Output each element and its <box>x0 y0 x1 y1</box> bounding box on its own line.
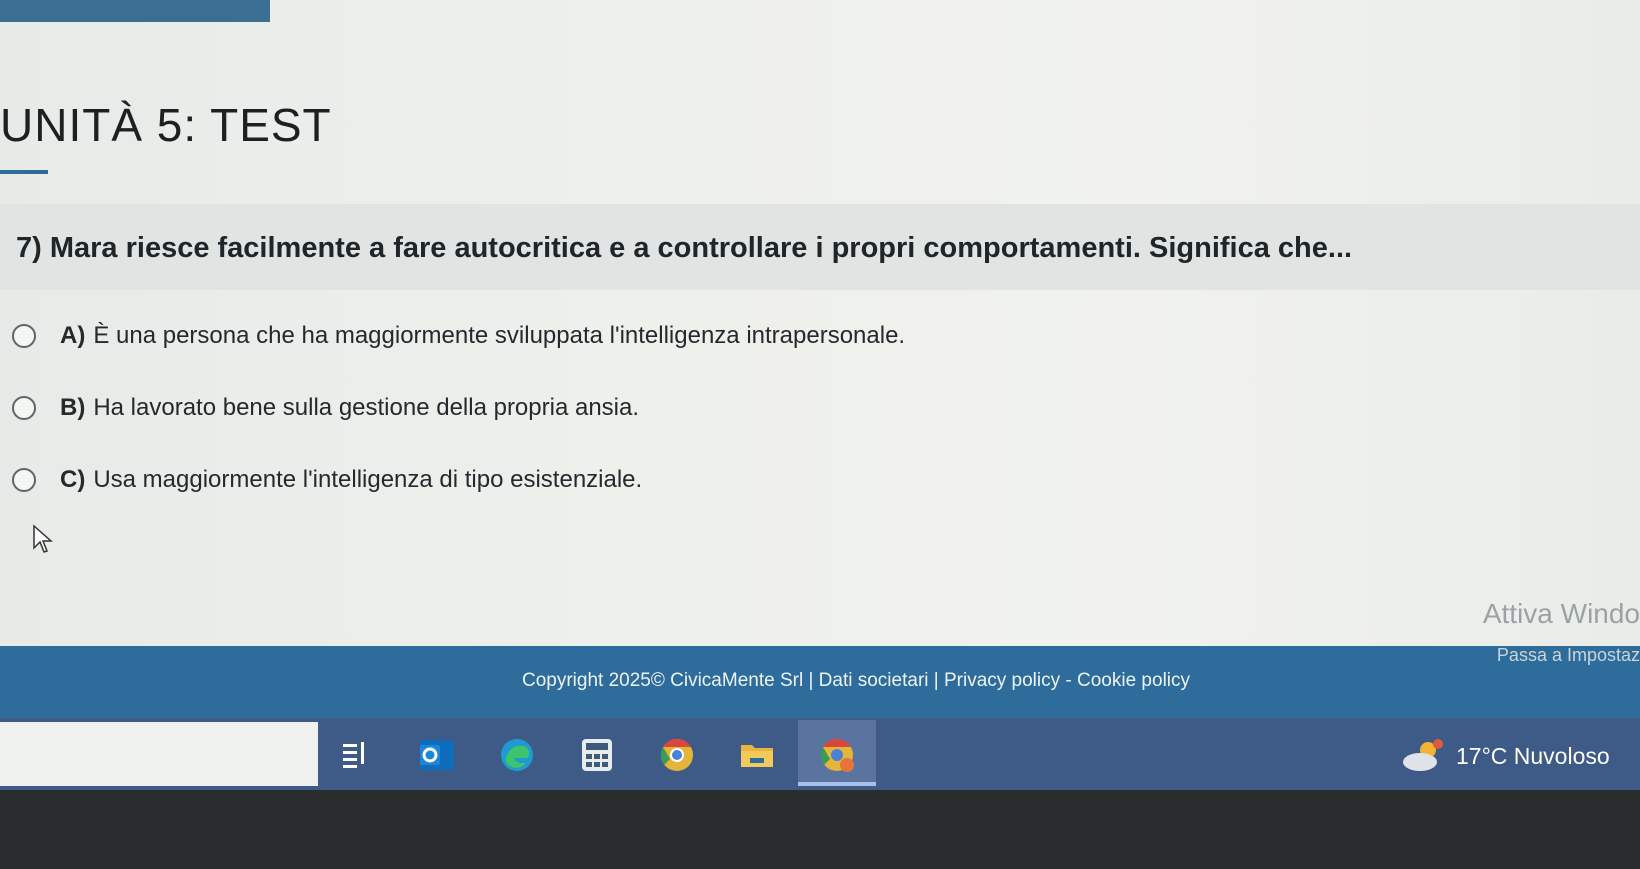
answer-option-a[interactable]: A) È una persona che ha maggiormente svi… <box>12 322 905 350</box>
question-text: 7) Mara riesce facilmente a fare autocri… <box>16 232 1353 264</box>
answer-option-c[interactable]: C) Usa maggiormente l'intelligenza di ti… <box>12 466 642 494</box>
weather-temperature: 17°C <box>1456 743 1508 769</box>
outlook-icon[interactable] <box>418 736 456 774</box>
weather-cloudy-icon <box>1403 739 1443 771</box>
edge-icon[interactable] <box>498 736 536 774</box>
answer-text: Usa maggiormente l'intelligenza di tipo … <box>93 466 643 493</box>
title-underline <box>0 170 48 174</box>
weather-condition: Nuvoloso <box>1513 743 1610 769</box>
weather-readout[interactable]: 17°C Nuvoloso <box>1456 743 1610 770</box>
answer-letter: B) <box>60 394 86 421</box>
page-title: UNITÀ 5: TEST <box>0 99 332 151</box>
taskbar-search-box[interactable] <box>0 722 318 786</box>
answer-option-b[interactable]: B) Ha lavorato bene sulla gestione della… <box>12 394 639 422</box>
footer-links[interactable]: Copyright 2025© CivicaMente Srl | Dati s… <box>522 670 1190 692</box>
chrome-icon[interactable] <box>658 736 696 774</box>
answer-text: È una persona che ha maggiormente svilup… <box>93 322 906 349</box>
answer-text: Ha lavorato bene sulla gestione della pr… <box>93 394 640 421</box>
chrome-profile-icon[interactable] <box>818 736 856 774</box>
active-indicator <box>798 782 876 786</box>
answer-letter: C) <box>60 466 86 493</box>
radio-button-a[interactable] <box>12 324 36 348</box>
radio-button-c[interactable] <box>12 468 36 492</box>
windows-activation-subtitle[interactable]: Passa a Impostaz <box>1497 645 1640 666</box>
top-header-fragment <box>0 0 270 22</box>
calculator-icon[interactable] <box>578 736 616 774</box>
browser-viewport: UNITÀ 5: TEST 7) Mara riesce facilmente … <box>0 0 1640 790</box>
radio-button-b[interactable] <box>12 396 36 420</box>
task-view-icon[interactable] <box>340 736 374 774</box>
file-explorer-icon[interactable] <box>738 736 776 774</box>
mouse-pointer-icon <box>33 524 53 553</box>
windows-activation-watermark: Attiva Windo <box>1482 598 1640 629</box>
answer-letter: A) <box>60 322 86 349</box>
